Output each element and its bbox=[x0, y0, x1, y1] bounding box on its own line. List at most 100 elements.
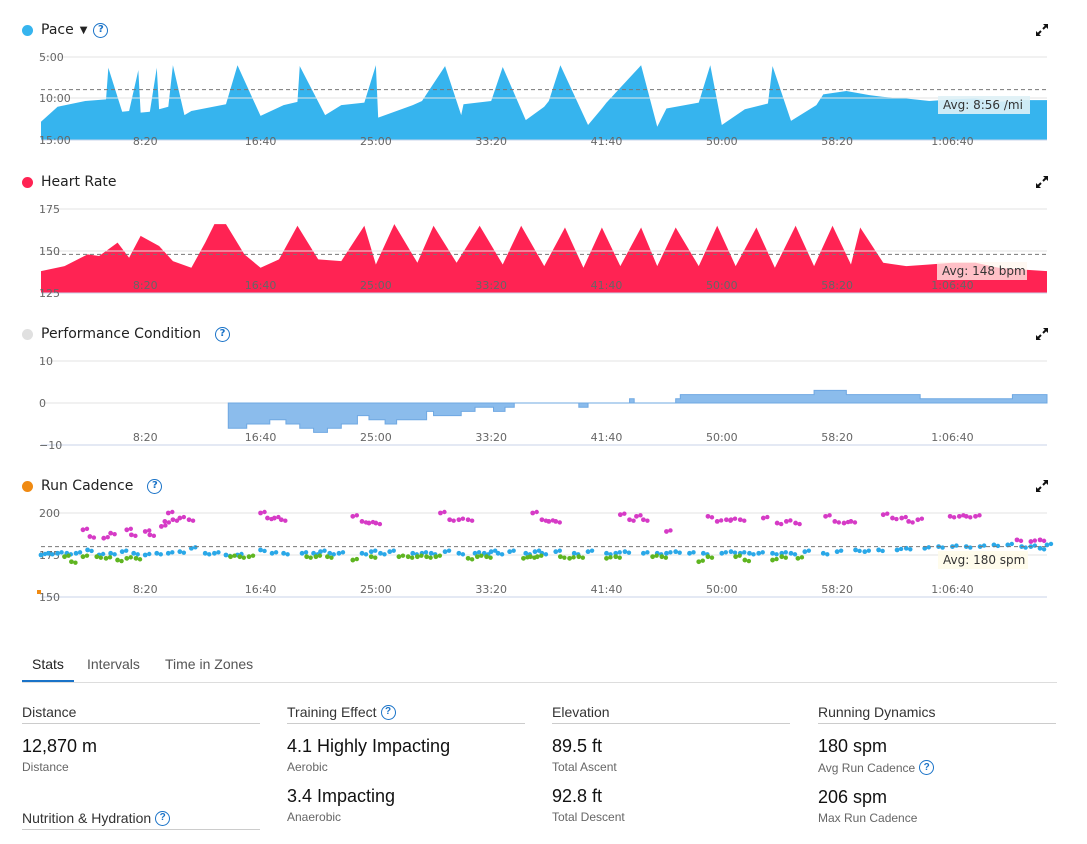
cadence-point-mid bbox=[760, 550, 765, 555]
run-cadence-plot[interactable]: 2001751508:20 16:40 25:00 33:20 41:40 50:00 58… bbox=[0, 0, 1087, 610]
stats-tab-bar: Stats Intervals Time in Zones bbox=[22, 652, 1057, 683]
cadence-point-high bbox=[852, 520, 858, 525]
cadence-point-high bbox=[147, 528, 152, 533]
cadence-point-low bbox=[232, 553, 237, 558]
cadence-point-mid bbox=[38, 552, 44, 558]
distance-heading: Distance bbox=[22, 704, 260, 724]
cadence-point-high bbox=[627, 517, 632, 523]
cadence-point-low bbox=[354, 556, 360, 562]
cadence-point-high bbox=[645, 518, 650, 523]
total-ascent-label: Total Ascent bbox=[552, 760, 790, 774]
elevation-heading-text: Elevation bbox=[552, 704, 610, 720]
cadence-point-mid bbox=[523, 550, 529, 556]
cadence-point-low bbox=[124, 555, 130, 561]
cadence-point-high bbox=[915, 517, 921, 523]
cadence-point-high bbox=[919, 516, 925, 521]
cadence-point-high bbox=[832, 519, 838, 524]
cadence-point-mid bbox=[585, 549, 591, 555]
cadence-point-high bbox=[170, 509, 175, 515]
cadence-point-high bbox=[163, 523, 168, 528]
cadence-point-mid bbox=[728, 549, 734, 555]
cadence-point-low bbox=[368, 554, 374, 560]
cadence-point-mid bbox=[691, 550, 696, 555]
cadence-point-high bbox=[469, 518, 475, 523]
cadence-point-high bbox=[105, 535, 110, 540]
cadence-point-mid bbox=[894, 547, 900, 553]
cadence-point-mid bbox=[645, 550, 650, 555]
cadence-point-high bbox=[617, 512, 623, 518]
cadence-point-low bbox=[534, 554, 540, 560]
tab-stats[interactable]: Stats bbox=[22, 656, 74, 682]
cadence-point-mid bbox=[622, 549, 628, 555]
tab-time-in-zones[interactable]: Time in Zones bbox=[155, 656, 263, 682]
x-tick-label: 58:20 bbox=[821, 583, 853, 596]
cadence-point-mid bbox=[410, 550, 416, 556]
help-icon[interactable]: ? bbox=[155, 810, 171, 826]
cadence-point-low bbox=[705, 554, 711, 560]
cadence-point-high bbox=[438, 510, 443, 516]
y-tick-label: 200 bbox=[39, 507, 60, 520]
anaerobic-value: 3.4 Impacting bbox=[287, 786, 396, 806]
cadence-point-low bbox=[128, 555, 133, 560]
cadence-point-high bbox=[278, 517, 284, 523]
cadence-point-high bbox=[778, 521, 784, 527]
cadence-point-mid bbox=[170, 550, 175, 555]
cadence-point-high bbox=[377, 521, 383, 527]
cadence-point-low bbox=[329, 555, 334, 560]
cadence-point-low bbox=[484, 554, 489, 560]
cadence-point-low bbox=[654, 553, 659, 558]
cadence-point-low bbox=[73, 560, 78, 565]
cadence-point-mid bbox=[557, 548, 562, 553]
help-icon[interactable]: ? bbox=[919, 760, 935, 775]
cadence-point-mid bbox=[898, 546, 904, 552]
cadence-point-mid bbox=[495, 550, 501, 556]
cadence-point-mid bbox=[668, 550, 673, 555]
cadence-point-mid bbox=[857, 548, 862, 554]
cadence-point-high bbox=[742, 518, 747, 523]
cadence-point-mid bbox=[1023, 545, 1028, 550]
cadence-point-low bbox=[562, 555, 567, 560]
tab-intervals[interactable]: Intervals bbox=[77, 656, 150, 682]
cadence-point-mid bbox=[391, 548, 396, 553]
cadence-point-mid bbox=[820, 550, 826, 556]
cadence-point-mid bbox=[100, 551, 106, 557]
cadence-point-low bbox=[325, 554, 330, 560]
cadence-point-high bbox=[557, 520, 562, 525]
cadence-point-low bbox=[469, 557, 475, 562]
aerobic-label-text: Aerobic bbox=[287, 760, 328, 774]
cadence-point-mid bbox=[954, 543, 959, 548]
cadence-point-low bbox=[405, 554, 411, 560]
cadence-point-high bbox=[1018, 538, 1024, 544]
cadence-point-low bbox=[567, 555, 572, 561]
cadence-point-low bbox=[663, 555, 669, 560]
cadence-point-high bbox=[177, 515, 183, 521]
cadence-point-low bbox=[557, 554, 563, 560]
cadence-point-mid bbox=[387, 549, 393, 555]
cadence-point-high bbox=[783, 519, 789, 524]
cadence-point-mid bbox=[428, 550, 434, 556]
cadence-point-mid bbox=[50, 552, 55, 557]
cadence-point-high bbox=[1037, 537, 1043, 543]
total-ascent-value: 89.5 ft bbox=[552, 736, 603, 756]
total-descent-value: 92.8 ft bbox=[552, 786, 603, 806]
cadence-point-high bbox=[373, 520, 379, 526]
cadence-point-high bbox=[641, 517, 646, 523]
cadence-point-low bbox=[488, 555, 493, 560]
cadence-point-high bbox=[885, 511, 890, 516]
cadence-point-high bbox=[1028, 539, 1034, 544]
cadence-point-mid bbox=[212, 550, 217, 556]
help-icon[interactable]: ? bbox=[380, 704, 396, 720]
cadence-point-high bbox=[539, 517, 545, 523]
cadence-point-low bbox=[80, 554, 86, 560]
cadence-point-mid bbox=[423, 550, 429, 555]
cadence-point-mid bbox=[853, 547, 858, 553]
cadence-point-mid bbox=[641, 550, 646, 556]
max-run-cadence-value: 206 spm bbox=[818, 787, 888, 807]
cadence-point-low bbox=[696, 559, 702, 565]
cadence-point-mid bbox=[926, 545, 931, 550]
cadence-point-mid bbox=[460, 552, 466, 557]
cadence-point-mid bbox=[532, 549, 538, 555]
nutrition-hydration-heading: Nutrition & Hydration ? bbox=[22, 810, 260, 830]
cadence-point-high bbox=[112, 531, 117, 537]
total-ascent-label-text: Total Ascent bbox=[552, 760, 617, 774]
